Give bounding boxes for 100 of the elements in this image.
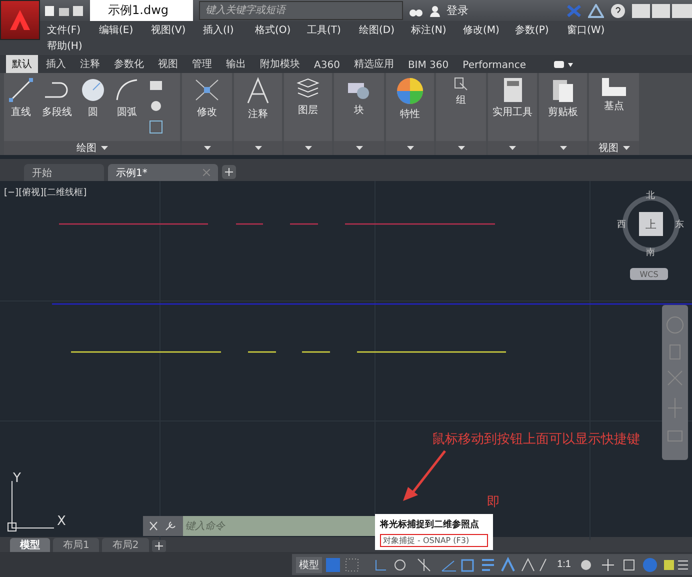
- ribbon-tool-button[interactable]: 剪贴板: [548, 77, 578, 119]
- ribbon-tab[interactable]: 附加模块: [254, 55, 306, 73]
- panel-footer[interactable]: [284, 141, 332, 155]
- calculator-icon: [502, 77, 522, 103]
- panel-footer[interactable]: [334, 141, 384, 155]
- menu-item[interactable]: 绘图(D): [359, 22, 411, 38]
- clipboard-icon: [552, 77, 574, 103]
- ribbon-tool-button[interactable]: 组: [454, 77, 468, 107]
- layout-tab[interactable]: 布局2: [102, 538, 149, 552]
- layout-tab[interactable]: 模型: [10, 538, 50, 552]
- compass-label: 南: [646, 246, 655, 259]
- menu-item[interactable]: 参数(P): [515, 22, 567, 38]
- axis-label: Y: [13, 471, 21, 486]
- ribbon-tool-button[interactable]: 圆: [80, 77, 106, 119]
- sign-in-link[interactable]: 登录: [446, 3, 468, 18]
- menu-item[interactable]: 编辑(E): [99, 22, 151, 38]
- panel-footer[interactable]: [436, 141, 486, 155]
- menu-item[interactable]: 格式(O): [255, 22, 307, 38]
- ribbon-tool-button[interactable]: 实用工具: [492, 77, 532, 119]
- network-icon[interactable]: [588, 4, 604, 18]
- panel-toggle-icon[interactable]: [554, 60, 574, 70]
- document-tab[interactable]: 开始: [24, 164, 104, 181]
- ribbon-tool-button[interactable]: 注释: [246, 77, 270, 121]
- ribbon-tool-button[interactable]: 图层: [296, 77, 320, 117]
- axis-label: X: [57, 514, 66, 529]
- caret-icon: [356, 146, 362, 150]
- panel-footer[interactable]: [386, 141, 434, 155]
- group-icon: [454, 77, 468, 91]
- ribbon-tab[interactable]: 插入: [40, 55, 72, 73]
- compass-label: 东: [675, 218, 684, 231]
- plus-icon[interactable]: [222, 165, 236, 179]
- viewcube-face[interactable]: 上: [639, 212, 663, 236]
- panel-footer[interactable]: 视图: [589, 141, 639, 155]
- caret-icon: [254, 146, 262, 150]
- close-and-wrench-icon[interactable]: [149, 520, 177, 532]
- ribbon-tab[interactable]: 输出: [220, 55, 252, 73]
- ribbon-tool-button[interactable]: 特性: [396, 77, 424, 121]
- annotation-text: 鼠标移动到按钮上面可以显示快捷键: [432, 431, 640, 448]
- command-input[interactable]: 键入命令: [183, 516, 377, 536]
- ribbon-tab[interactable]: BIM 360: [402, 58, 455, 73]
- ucs-axes-icon: [8, 480, 54, 532]
- menu-item[interactable]: 修改(M): [463, 22, 515, 38]
- panel-footer[interactable]: [234, 141, 282, 155]
- move-arrows-icon: [193, 77, 221, 103]
- caret-icon: [304, 146, 312, 150]
- ribbon-tab[interactable]: Performance: [456, 58, 532, 73]
- ribbon-tool-button[interactable]: 修改: [193, 77, 221, 119]
- circle-icon: [80, 77, 106, 103]
- caret-icon: [509, 146, 516, 150]
- panel-footer[interactable]: 绘图: [4, 141, 180, 155]
- ribbon-tool-button[interactable]: 块: [346, 77, 372, 117]
- caret-icon: [622, 146, 630, 150]
- text-letter-icon: [246, 77, 270, 105]
- ribbon-tab[interactable]: 参数化: [108, 55, 150, 73]
- layout-tab[interactable]: 布局1: [53, 538, 100, 552]
- ribbon-tab[interactable]: 注释: [74, 55, 106, 73]
- ribbon-tool-button[interactable]: 基点: [601, 77, 627, 113]
- panel-footer[interactable]: [182, 141, 232, 155]
- annotation-scale-button[interactable]: 1:1: [554, 558, 574, 571]
- logo-icon: [9, 9, 31, 31]
- help-icon[interactable]: [610, 2, 626, 18]
- caret-icon: [100, 146, 108, 150]
- caret-icon: [204, 146, 210, 150]
- ribbon-tab[interactable]: 精选应用: [348, 55, 400, 73]
- base-point-icon: [601, 77, 627, 97]
- menu-item[interactable]: 标注(N): [411, 22, 463, 38]
- ribbon-tool-button[interactable]: 圆弧: [114, 77, 140, 119]
- caret-icon: [406, 146, 414, 150]
- document-tab[interactable]: 示例1*: [108, 164, 218, 181]
- menu-item[interactable]: 工具(T): [307, 22, 359, 38]
- menu-item[interactable]: 帮助(H): [47, 38, 99, 54]
- compass-label: 西: [617, 219, 626, 231]
- app-menu-button[interactable]: [0, 0, 40, 40]
- ribbon-tool-button[interactable]: 多段线: [42, 77, 72, 119]
- menu-item[interactable]: 窗口(W): [567, 22, 619, 38]
- ribbon-tab[interactable]: 默认: [6, 55, 38, 73]
- plus-icon[interactable]: [152, 540, 166, 552]
- panel-footer[interactable]: [488, 141, 537, 155]
- search-field[interactable]: 键入关键字或短语: [198, 1, 402, 20]
- compass-label: 北: [646, 190, 655, 202]
- tooltip-shortcut: 对象捕捉 - OSNAP (F3): [380, 534, 488, 546]
- ribbon-tab[interactable]: 视图: [152, 55, 184, 73]
- ribbon-tool-button[interactable]: 直线: [8, 77, 34, 119]
- color-wheel-icon: [396, 77, 424, 105]
- model-space-button[interactable]: 模型: [296, 556, 322, 572]
- window-title: 示例1.dwg: [90, 0, 192, 21]
- arc-icon: [114, 77, 140, 103]
- user-icon: [428, 4, 440, 16]
- ribbon-tab[interactable]: A360: [308, 58, 346, 73]
- line-icon: [8, 77, 34, 103]
- ribbon-tab[interactable]: 管理: [186, 55, 218, 73]
- panel-footer[interactable]: [539, 141, 587, 155]
- arrow: [403, 450, 446, 501]
- menu-item[interactable]: 文件(F): [47, 22, 99, 38]
- menu-item[interactable]: 插入(I): [203, 22, 255, 38]
- viewport-label[interactable]: [−][俯视][二维线框]: [4, 186, 87, 199]
- annotation-text: 即: [487, 494, 500, 511]
- caret-icon: [458, 146, 464, 150]
- menu-item[interactable]: 视图(V): [151, 22, 203, 38]
- tooltip-title: 将光标捕捉到二维参照点: [380, 518, 480, 530]
